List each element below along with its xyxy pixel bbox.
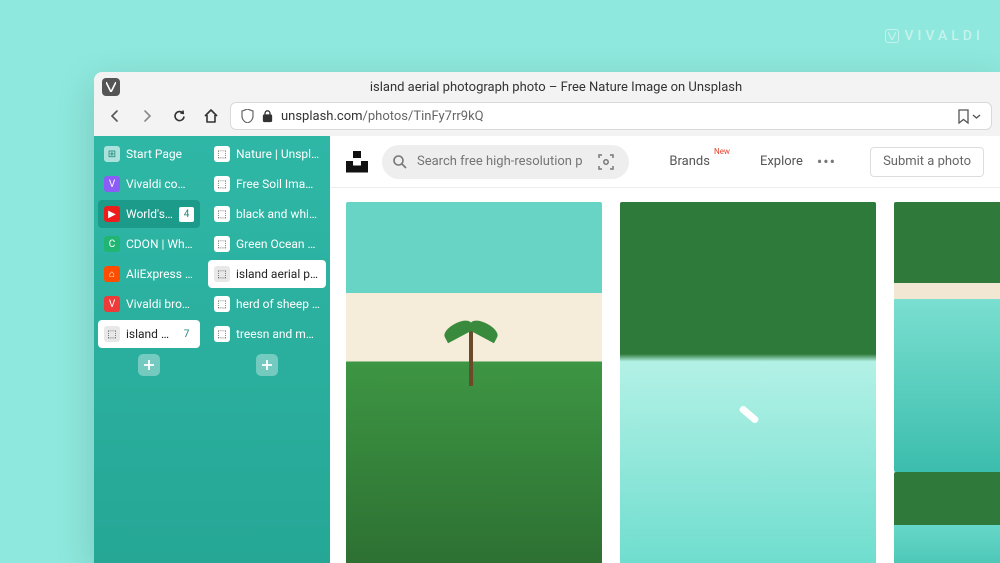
unsplash-logo[interactable] bbox=[346, 151, 368, 173]
tab-label: herd of sheep gra bbox=[236, 297, 320, 311]
tab-item[interactable]: ⬚ island aerial 7 bbox=[98, 320, 200, 348]
favicon: ⬚ bbox=[104, 326, 120, 342]
tab-stack-count: 4 bbox=[179, 207, 194, 222]
visual-search-icon[interactable] bbox=[593, 153, 619, 171]
new-tab-button[interactable] bbox=[256, 354, 278, 376]
favicon: ⬚ bbox=[214, 176, 230, 192]
address-bar[interactable]: unsplash.com/photos/TinFy7rr9kQ bbox=[230, 102, 992, 130]
new-tab-button[interactable] bbox=[138, 354, 160, 376]
page-content: Brands New Explore ••• Submit a photo bbox=[330, 136, 1000, 563]
tab-label: CDON | When a bbox=[126, 237, 194, 251]
tab-item[interactable]: ⬚ island aerial photo bbox=[208, 260, 326, 288]
tab-label: World's First bbox=[126, 207, 173, 221]
toolbar: unsplash.com/photos/TinFy7rr9kQ bbox=[94, 102, 1000, 136]
tab-label: Green Ocean Pictu bbox=[236, 237, 320, 251]
tab-item[interactable]: ▶ World's First 4 bbox=[98, 200, 200, 228]
vivaldi-app-icon[interactable] bbox=[102, 78, 120, 96]
tab-label: island aerial bbox=[126, 327, 173, 341]
site-header: Brands New Explore ••• Submit a photo bbox=[330, 136, 1000, 188]
tab-panel-primary: ⊞ Start Page V Vivaldi community ▶ World's Fi… bbox=[94, 136, 204, 563]
favicon: V bbox=[104, 296, 120, 312]
tab-item[interactable]: V Vivaldi community bbox=[98, 170, 200, 198]
tab-item[interactable]: ⬚ black and white m bbox=[208, 200, 326, 228]
favicon: ⬚ bbox=[214, 266, 230, 282]
favicon: ▶ bbox=[104, 206, 120, 222]
favicon: ⬚ bbox=[214, 326, 230, 342]
tab-item[interactable]: ⊞ Start Page bbox=[98, 140, 200, 168]
tab-label: Start Page bbox=[126, 147, 194, 161]
favicon: ⬚ bbox=[214, 236, 230, 252]
bookmark-button[interactable] bbox=[957, 109, 981, 124]
tab-item[interactable]: ⌂ AliExpress - Onl bbox=[98, 260, 200, 288]
photo-gallery bbox=[330, 188, 1000, 563]
tab-item[interactable]: ⬚ Green Ocean Pictu bbox=[208, 230, 326, 258]
url-text: unsplash.com/photos/TinFy7rr9kQ bbox=[281, 109, 949, 124]
lock-icon bbox=[262, 110, 273, 123]
search-field[interactable] bbox=[382, 145, 629, 179]
forward-button[interactable] bbox=[134, 103, 160, 129]
watermark-text: VIVALDI bbox=[905, 28, 984, 44]
page-title: island aerial photograph photo – Free Na… bbox=[120, 80, 992, 95]
favicon: ⬚ bbox=[214, 296, 230, 312]
favicon: ⬚ bbox=[214, 146, 230, 162]
tab-item[interactable]: ⬚ herd of sheep gra bbox=[208, 290, 326, 318]
photo-thumbnail[interactable] bbox=[620, 202, 876, 563]
browser-window: island aerial photograph photo – Free Na… bbox=[94, 72, 1000, 563]
search-icon bbox=[392, 154, 407, 169]
chevron-down-icon bbox=[972, 112, 981, 121]
new-badge: New bbox=[714, 147, 730, 156]
tab-label: AliExpress - Onl bbox=[126, 267, 194, 281]
home-button[interactable] bbox=[198, 103, 224, 129]
search-input[interactable] bbox=[417, 154, 583, 169]
shield-icon bbox=[241, 109, 254, 123]
submit-photo-button[interactable]: Submit a photo bbox=[870, 147, 984, 177]
nav-link-explore[interactable]: Explore bbox=[760, 154, 803, 169]
tab-label: treesn and mount bbox=[236, 327, 320, 341]
favicon: ⬚ bbox=[214, 206, 230, 222]
back-button[interactable] bbox=[102, 103, 128, 129]
tab-label: black and white m bbox=[236, 207, 320, 221]
favicon: ⌂ bbox=[104, 266, 120, 282]
tab-label: island aerial photo bbox=[236, 267, 320, 281]
url-path: /photos/TinFy7rr9kQ bbox=[363, 109, 484, 124]
url-domain: unsplash.com bbox=[281, 109, 363, 124]
favicon: C bbox=[104, 236, 120, 252]
tab-item[interactable]: ⬚ Free Soil Image on bbox=[208, 170, 326, 198]
vivaldi-icon bbox=[885, 29, 899, 43]
photo-thumbnail[interactable] bbox=[894, 202, 1000, 472]
photo-thumbnail[interactable] bbox=[346, 202, 602, 563]
tab-label: Nature | Unsplash bbox=[236, 147, 320, 161]
photo-thumbnail[interactable] bbox=[894, 472, 1000, 563]
tab-item[interactable]: ⬚ treesn and mount bbox=[208, 320, 326, 348]
more-menu-icon[interactable]: ••• bbox=[817, 152, 836, 171]
tab-label: Free Soil Image on bbox=[236, 177, 320, 191]
vivaldi-watermark: VIVALDI bbox=[885, 28, 984, 44]
reload-button[interactable] bbox=[166, 103, 192, 129]
title-bar: island aerial photograph photo – Free Na… bbox=[94, 72, 1000, 102]
favicon: ⊞ bbox=[104, 146, 120, 162]
tab-stack-count: 7 bbox=[179, 327, 194, 342]
tab-item[interactable]: V Vivaldi browser bbox=[98, 290, 200, 318]
tab-item[interactable]: C CDON | When a bbox=[98, 230, 200, 258]
tab-panel-secondary: ⬚ Nature | Unsplash ⬚ Free Soil Image on ⬚ bl… bbox=[204, 136, 330, 563]
tab-label: Vivaldi community bbox=[126, 177, 194, 191]
tab-item[interactable]: ⬚ Nature | Unsplash bbox=[208, 140, 326, 168]
favicon: V bbox=[104, 176, 120, 192]
tab-label: Vivaldi browser bbox=[126, 297, 194, 311]
nav-link-brands[interactable]: Brands New bbox=[669, 154, 710, 169]
